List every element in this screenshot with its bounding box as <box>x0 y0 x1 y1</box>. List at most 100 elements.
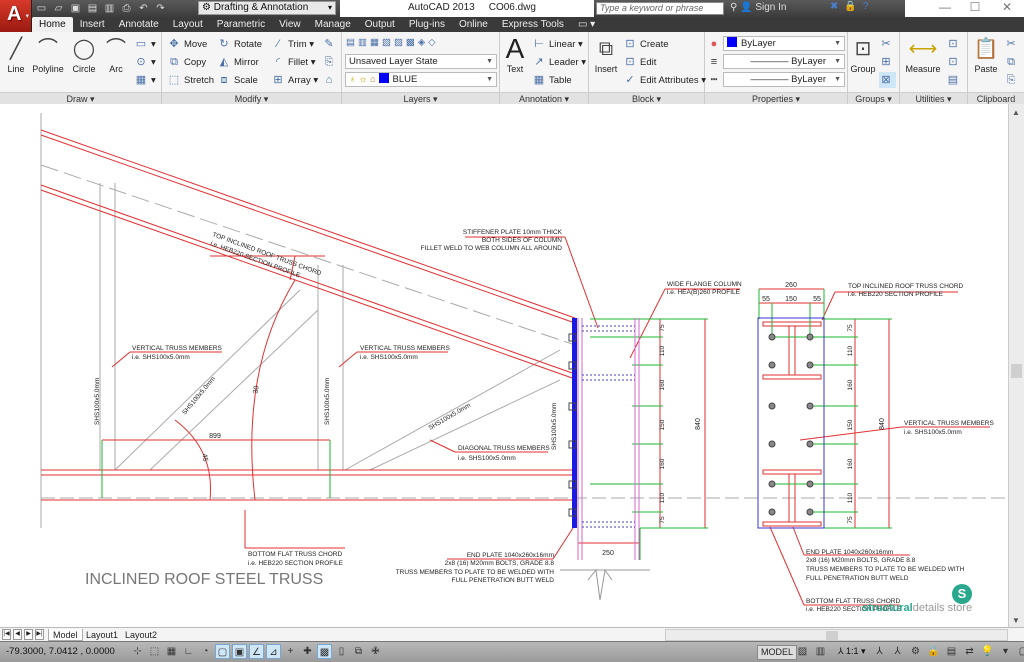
annotation-monitor-icon[interactable]: ✙ <box>368 644 383 659</box>
tab-layout1[interactable]: Layout1 <box>82 629 122 641</box>
group-button[interactable]: ⊡ Group <box>849 36 877 74</box>
insert-block-button[interactable]: ⧉ Insert <box>592 36 620 74</box>
save-as-icon[interactable]: ▤ <box>86 3 99 15</box>
quick-view-drawings-icon[interactable]: ▥ <box>813 644 828 659</box>
cut-button[interactable]: ✂ <box>1004 36 1021 52</box>
properties-panel-title[interactable]: Properties ▾ <box>705 92 847 104</box>
quick-view-layouts-icon[interactable]: ▨ <box>795 644 810 659</box>
tab-output[interactable]: Output <box>358 17 402 32</box>
stretch-button[interactable]: ⬚ Stretch <box>167 72 214 88</box>
match-button[interactable]: ⎘ <box>1004 72 1021 88</box>
first-tab-icon[interactable]: |◀ <box>2 629 11 640</box>
color-dropdown[interactable]: ByLayer ▼ <box>723 36 845 51</box>
next-tab-icon[interactable]: ▶ <box>24 629 33 640</box>
offset-button[interactable]: ⌂ <box>322 72 339 88</box>
workspace-switching-icon[interactable]: ⚙ <box>908 644 923 659</box>
edit-attributes-button[interactable]: ✓ Edit Attributes ▾ <box>623 72 706 88</box>
scroll-up-icon[interactable]: ▲ <box>1012 108 1020 117</box>
arc-button[interactable]: ⌒ Arc <box>104 36 128 74</box>
modify-panel-title[interactable]: Modify ▾ <box>162 92 341 104</box>
workspace-dropdown[interactable]: ⚙ Drafting & Annotation ▾ <box>198 1 336 15</box>
tab-view[interactable]: View <box>272 17 308 32</box>
groups-panel-title[interactable]: Groups ▾ <box>848 92 899 104</box>
clipboard-panel-title[interactable]: Clipboard <box>968 92 1024 104</box>
copy-clip-button[interactable]: ⧉ <box>1004 54 1021 70</box>
status-menu-icon[interactable]: ▾ <box>998 644 1013 659</box>
isolate-objects-icon[interactable]: ⇄ <box>962 644 977 659</box>
clean-screen-icon[interactable]: ▢ <box>1016 644 1024 659</box>
table-button[interactable]: ▦ Table <box>532 72 572 88</box>
hatch-button[interactable]: ▦ ▾ <box>134 72 156 88</box>
auto-scale-icon[interactable]: ⅄ <box>890 644 905 659</box>
dynamic-ucs-icon[interactable]: ⊿ <box>266 644 281 659</box>
publish-icon[interactable]: ▥ <box>103 3 116 15</box>
search-input[interactable]: Type a keyword or phrase <box>596 2 724 15</box>
tab-annotate[interactable]: Annotate <box>112 17 166 32</box>
horizontal-scroll-thumb[interactable] <box>826 631 838 640</box>
polar-tracking-icon[interactable]: ◔ <box>198 644 213 659</box>
help-icon[interactable]: ? <box>863 1 869 12</box>
draw-panel-title[interactable]: Draw ▾ <box>0 92 161 104</box>
leader-button[interactable]: ↗ Leader ▾ <box>532 54 586 70</box>
select-all-button[interactable]: ⊡ <box>946 54 963 70</box>
horizontal-scrollbar[interactable] <box>665 629 1008 641</box>
scale-button[interactable]: ⧈ Scale <box>217 72 258 88</box>
tab-manage[interactable]: Manage <box>308 17 358 32</box>
new-icon[interactable]: ▭ <box>35 3 48 15</box>
ribbon-display-toggle[interactable]: ▭ ▾ <box>571 17 602 32</box>
ungroup-button[interactable]: ✂ <box>879 36 896 52</box>
layer-tools-row[interactable]: ▤▥▦▧▨▩◈◇ <box>346 35 439 51</box>
explode-button[interactable]: ⎘ <box>322 54 339 70</box>
color-wheel-icon[interactable]: ● <box>707 36 724 52</box>
move-button[interactable]: ✥ Move <box>167 36 207 52</box>
ortho-mode-icon[interactable]: ∟ <box>181 644 196 659</box>
trim-button[interactable]: ⁄ Trim ▾ <box>271 36 314 52</box>
infer-constraints-icon[interactable]: ⊹ <box>130 644 145 659</box>
lineweight-toggle-icon[interactable]: ✚ <box>300 644 315 659</box>
dynamic-input-icon[interactable]: + <box>283 644 298 659</box>
maximize-button[interactable]: ☐ <box>960 0 990 14</box>
grid-display-icon[interactable]: ▦ <box>164 644 179 659</box>
edit-block-button[interactable]: ⊡ Edit <box>623 54 656 70</box>
annotation-scale-dropdown[interactable]: ⅄ 1:1 ▾ <box>838 646 866 657</box>
utilities-panel-title[interactable]: Utilities ▾ <box>900 92 967 104</box>
quick-properties-icon[interactable]: ▯ <box>334 644 349 659</box>
lineweight-dropdown[interactable]: ———— ByLayer ▼ <box>723 54 845 69</box>
ellipse-button[interactable]: ⊙ ▾ <box>134 54 155 70</box>
3d-object-snap-icon[interactable]: ▣ <box>232 644 247 659</box>
vertical-scroll-thumb[interactable] <box>1011 364 1022 378</box>
circle-button[interactable]: ◯ Circle <box>70 36 98 74</box>
linetype-icon[interactable]: ┅ <box>707 72 724 88</box>
polyline-button[interactable]: ⌒ Polyline <box>30 36 66 74</box>
object-snap-icon[interactable]: ▢ <box>215 644 230 659</box>
model-space-toggle[interactable]: MODEL <box>757 645 798 660</box>
transparency-icon[interactable]: ▩ <box>317 644 332 659</box>
tab-model[interactable]: Model <box>48 629 83 641</box>
layers-panel-title[interactable]: Layers ▾ <box>342 92 499 104</box>
tab-parametric[interactable]: Parametric <box>210 17 272 32</box>
rectangle-button[interactable]: ▭ ▾ <box>134 36 156 52</box>
lightbulb-icon[interactable]: 💡 <box>980 644 995 659</box>
last-tab-icon[interactable]: ▶| <box>35 629 44 640</box>
toolbar-lock-icon[interactable]: 🔒 <box>926 644 941 659</box>
text-button[interactable]: A Text <box>503 35 527 75</box>
object-snap-tracking-icon[interactable]: ∠ <box>249 644 264 659</box>
tab-home[interactable]: Home <box>32 17 73 32</box>
copy-button[interactable]: ⧉ Copy <box>167 54 206 70</box>
redo-icon[interactable]: ↷ <box>154 3 167 15</box>
application-menu-button[interactable]: A ▾ <box>0 0 32 32</box>
save-icon[interactable]: ▣ <box>69 3 82 15</box>
exchange-icon[interactable]: ✖ <box>830 1 838 12</box>
match-properties-button[interactable]: ✎ <box>322 36 339 52</box>
block-panel-title[interactable]: Block ▾ <box>589 92 704 104</box>
mirror-button[interactable]: ◭ Mirror <box>217 54 259 70</box>
tab-express-tools[interactable]: Express Tools <box>495 17 571 32</box>
tab-plugins[interactable]: Plug-ins <box>402 17 452 32</box>
array-button[interactable]: ⊞ Array ▾ <box>271 72 318 88</box>
linetype-dropdown[interactable]: ———— ByLayer ▼ <box>723 72 845 87</box>
hardware-acceleration-icon[interactable]: ▤ <box>944 644 959 659</box>
subscription-icon[interactable]: 🔒 <box>844 1 856 12</box>
calculator-button[interactable]: ▤ <box>946 72 963 88</box>
undo-icon[interactable]: ↶ <box>137 3 150 15</box>
quick-select-button[interactable]: ⊡ <box>946 36 963 52</box>
